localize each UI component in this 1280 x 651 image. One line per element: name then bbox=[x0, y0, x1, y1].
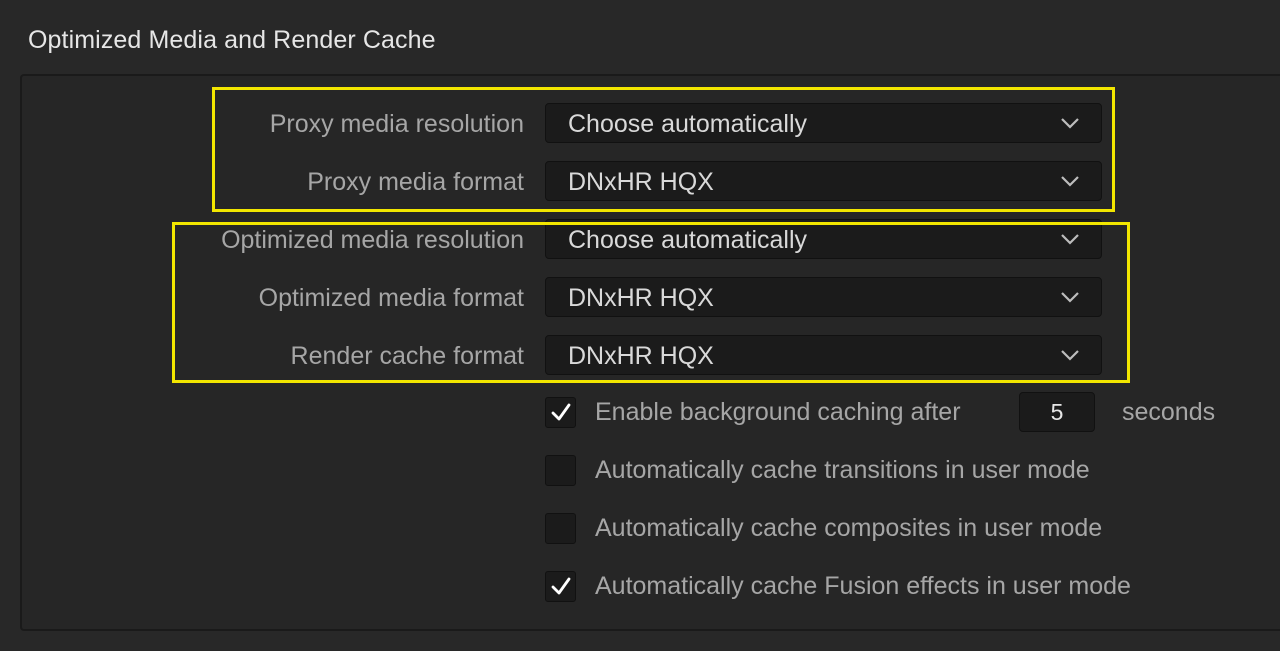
chevron-down-icon bbox=[1061, 176, 1079, 187]
proxy-resolution-label: Proxy media resolution bbox=[269, 110, 524, 138]
render-cache-format-dropdown[interactable]: DNxHR HQX bbox=[545, 335, 1102, 375]
proxy-format-label: Proxy media format bbox=[307, 168, 524, 196]
proxy-resolution-value: Choose automatically bbox=[568, 110, 808, 138]
optimized-format-label: Optimized media format bbox=[258, 284, 524, 312]
proxy-resolution-dropdown[interactable]: Choose automatically bbox=[545, 103, 1102, 143]
setting-row-optimized-resolution: Optimized media resolution Choose automa… bbox=[0, 219, 1280, 261]
render-cache-format-label: Render cache format bbox=[290, 342, 524, 370]
checkmark-icon bbox=[551, 403, 571, 421]
checkmark-icon bbox=[551, 577, 571, 595]
background-caching-row: Enable background caching after 5 second… bbox=[545, 392, 1265, 432]
cache-fusion-label: Automatically cache Fusion effects in us… bbox=[595, 572, 1131, 600]
background-caching-label: Enable background caching after bbox=[595, 398, 961, 426]
proxy-format-dropdown[interactable]: DNxHR HQX bbox=[545, 161, 1102, 201]
render-cache-format-value: DNxHR HQX bbox=[568, 342, 714, 370]
optimized-resolution-value: Choose automatically bbox=[568, 226, 808, 254]
cache-fusion-row: Automatically cache Fusion effects in us… bbox=[545, 571, 1265, 605]
background-caching-checkbox[interactable] bbox=[545, 397, 576, 428]
cache-transitions-label: Automatically cache transitions in user … bbox=[595, 456, 1090, 484]
optimized-format-value: DNxHR HQX bbox=[568, 284, 714, 312]
cache-composites-checkbox[interactable] bbox=[545, 513, 576, 544]
caching-delay-input[interactable]: 5 bbox=[1019, 392, 1095, 432]
cache-fusion-checkbox[interactable] bbox=[545, 571, 576, 602]
setting-row-proxy-resolution: Proxy media resolution Choose automatica… bbox=[0, 103, 1280, 145]
setting-row-proxy-format: Proxy media format DNxHR HQX bbox=[0, 161, 1280, 203]
section-title: Optimized Media and Render Cache bbox=[28, 26, 436, 54]
optimized-resolution-label: Optimized media resolution bbox=[221, 226, 524, 254]
setting-row-optimized-format: Optimized media format DNxHR HQX bbox=[0, 277, 1280, 319]
chevron-down-icon bbox=[1061, 292, 1079, 303]
optimized-resolution-dropdown[interactable]: Choose automatically bbox=[545, 219, 1102, 259]
cache-transitions-checkbox[interactable] bbox=[545, 455, 576, 486]
seconds-label: seconds bbox=[1122, 398, 1216, 426]
setting-row-render-cache-format: Render cache format DNxHR HQX bbox=[0, 335, 1280, 377]
preferences-page: Optimized Media and Render Cache Proxy m… bbox=[0, 0, 1280, 651]
optimized-format-dropdown[interactable]: DNxHR HQX bbox=[545, 277, 1102, 317]
proxy-format-value: DNxHR HQX bbox=[568, 168, 714, 196]
chevron-down-icon bbox=[1061, 118, 1079, 129]
cache-composites-label: Automatically cache composites in user m… bbox=[595, 514, 1103, 542]
cache-composites-row: Automatically cache composites in user m… bbox=[545, 513, 1265, 547]
chevron-down-icon bbox=[1061, 350, 1079, 361]
chevron-down-icon bbox=[1061, 234, 1079, 245]
cache-transitions-row: Automatically cache transitions in user … bbox=[545, 455, 1265, 489]
